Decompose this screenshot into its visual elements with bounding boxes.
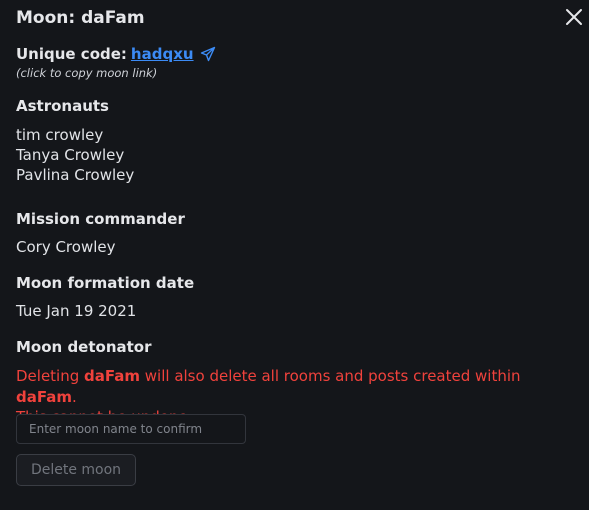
send-icon[interactable] <box>200 46 216 62</box>
copy-hint: (click to copy moon link) <box>16 66 158 80</box>
astronaut-list: tim crowley Tanya Crowley Pavlina Crowle… <box>16 125 134 185</box>
formation-date: Tue Jan 19 2021 <box>16 302 137 320</box>
unique-code-link[interactable]: hadqxu <box>131 45 194 63</box>
warning-moon-name: daFam <box>84 367 141 385</box>
confirm-moon-name-input[interactable] <box>16 414 246 444</box>
warning-prefix: Deleting <box>16 367 85 385</box>
commander-name: Cory Crowley <box>16 238 116 256</box>
unique-code-row: Unique code: hadqxu <box>16 45 216 63</box>
commander-heading: Mission commander <box>16 210 185 228</box>
astronaut-item: Tanya Crowley <box>16 146 125 164</box>
warning-suffix: . <box>71 387 77 406</box>
warning-middle: will also delete all rooms and posts cre… <box>140 367 521 385</box>
formation-heading: Moon formation date <box>16 274 195 292</box>
astronaut-item: tim crowley <box>16 126 104 144</box>
unique-code-label: Unique code: <box>16 45 127 63</box>
detonator-heading: Moon detonator <box>16 338 152 356</box>
astronauts-heading: Astronauts <box>16 97 109 115</box>
delete-moon-button[interactable]: Delete moon <box>16 454 136 486</box>
page-title: Moon: daFam <box>16 8 145 28</box>
astronaut-item: Pavlina Crowley <box>16 166 135 184</box>
warning-moon-name-2: daFam <box>16 387 72 406</box>
close-icon[interactable] <box>563 6 585 28</box>
